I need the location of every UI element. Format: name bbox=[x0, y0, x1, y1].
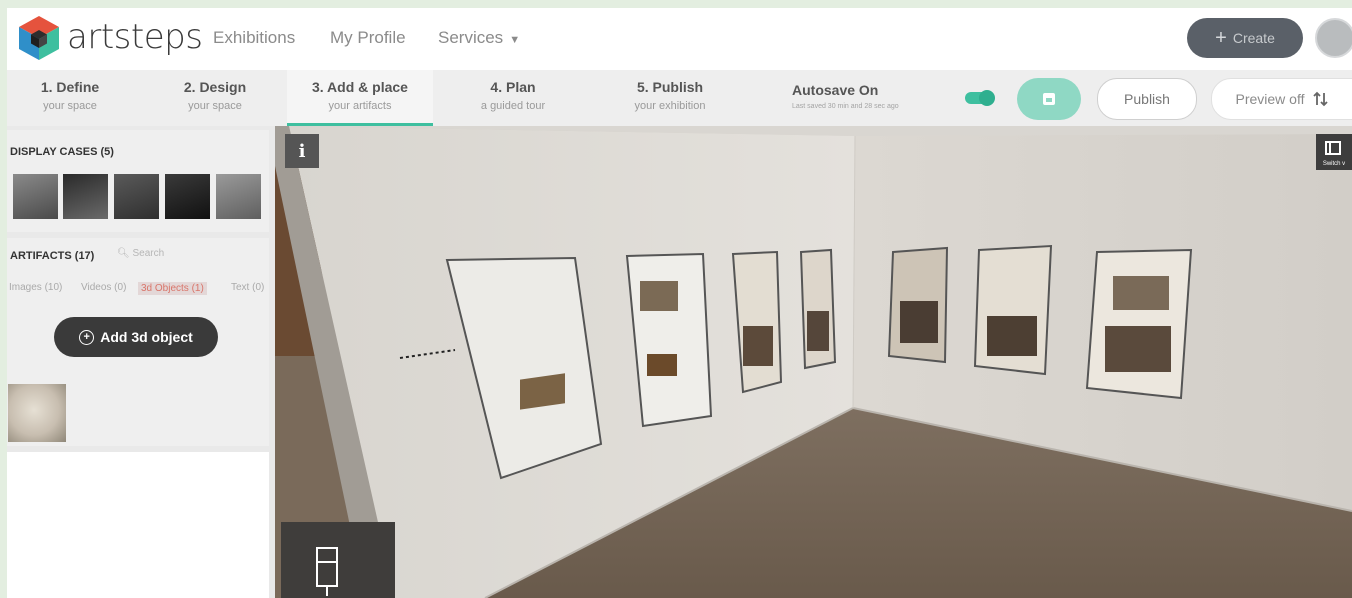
publish-button[interactable]: Publish bbox=[1097, 78, 1197, 120]
step-add-place[interactable]: 3. Add & place your artifacts bbox=[287, 70, 433, 126]
display-case-2[interactable] bbox=[63, 174, 108, 219]
tab-text[interactable]: Text (0) bbox=[231, 282, 264, 293]
tab-videos[interactable]: Videos (0) bbox=[81, 282, 126, 293]
step-title: 1. Define bbox=[40, 79, 100, 95]
switch-view-icon: Switch v bbox=[1323, 141, 1345, 167]
sidebar: DISPLAY CASES (5) ARTIFACTS (17) 🔍︎ Sear… bbox=[7, 126, 275, 598]
search-placeholder: Search bbox=[132, 248, 165, 259]
tab-3d-objects[interactable]: 3d Objects (1) bbox=[138, 282, 207, 295]
create-button-label: Create bbox=[1232, 30, 1275, 46]
nav-exhibitions[interactable]: Exhibitions bbox=[213, 28, 295, 48]
preview-toggle-button[interactable]: Preview off bbox=[1211, 78, 1352, 120]
display-case-4[interactable] bbox=[165, 174, 210, 219]
app-window: artsteps Exhibitions My Profile Services… bbox=[7, 8, 1352, 598]
artifact-search[interactable]: 🔍︎ Search bbox=[117, 248, 164, 259]
step-title: 5. Publish bbox=[636, 79, 704, 95]
artifacts-title: ARTIFACTS (17) bbox=[10, 250, 95, 262]
avatar[interactable] bbox=[1315, 18, 1352, 58]
step-subtitle: a guided tour bbox=[480, 100, 546, 112]
plus-circle-icon: + bbox=[79, 329, 95, 345]
add-3d-object-button[interactable]: + Add 3d object bbox=[54, 317, 218, 357]
3d-scene-viewport[interactable]: i Switch v bbox=[275, 126, 1352, 598]
step-title: 2. Design bbox=[183, 79, 247, 95]
steps-bar: 1. Define your space 2. Design your spac… bbox=[7, 70, 1352, 126]
autosave-status: Autosave On Last saved 30 min and 28 sec… bbox=[792, 82, 899, 110]
create-button[interactable]: + Create bbox=[1187, 18, 1303, 58]
step-title: 4. Plan bbox=[490, 79, 536, 95]
display-case-1[interactable] bbox=[13, 174, 58, 219]
info-button[interactable]: i bbox=[285, 134, 319, 168]
step-subtitle: your space bbox=[43, 100, 97, 112]
search-icon: 🔍︎ bbox=[117, 248, 130, 259]
display-case-3[interactable] bbox=[114, 174, 159, 219]
sort-arrows-icon bbox=[1312, 91, 1328, 107]
step-subtitle: your artifacts bbox=[328, 100, 392, 112]
step-title: 3. Add & place bbox=[312, 79, 408, 95]
gallery-3d-view bbox=[275, 126, 1352, 598]
preview-label: Preview off bbox=[1235, 91, 1305, 107]
save-icon bbox=[1043, 93, 1055, 105]
display-cases-panel: DISPLAY CASES (5) bbox=[7, 130, 269, 232]
3d-object-thumbnail[interactable] bbox=[8, 384, 66, 442]
step-design[interactable]: 2. Design your space bbox=[150, 70, 280, 126]
step-subtitle: your space bbox=[188, 100, 242, 112]
tab-images[interactable]: Images (10) bbox=[9, 282, 62, 293]
save-button[interactable] bbox=[1017, 78, 1081, 120]
chevron-down-icon: ▼ bbox=[509, 34, 521, 46]
step-publish[interactable]: 5. Publish your exhibition bbox=[595, 70, 745, 126]
display-cases-title: DISPLAY CASES (5) bbox=[10, 146, 114, 158]
top-bar: artsteps Exhibitions My Profile Services… bbox=[7, 8, 1352, 70]
step-subtitle: your exhibition bbox=[634, 100, 706, 112]
nav-services[interactable]: Services ▼ bbox=[438, 28, 520, 48]
brand-name[interactable]: artsteps bbox=[67, 17, 203, 57]
autosave-title: Autosave On bbox=[792, 82, 879, 98]
switch-view-label: Switch v bbox=[1323, 161, 1345, 167]
autosave-toggle[interactable] bbox=[965, 90, 995, 106]
artsteps-logo-icon[interactable] bbox=[17, 14, 61, 62]
switch-view-button[interactable]: Switch v bbox=[1316, 134, 1352, 170]
minimap-room-icon bbox=[316, 547, 338, 596]
autosave-subtitle: Last saved 30 min and 28 sec ago bbox=[792, 103, 899, 110]
step-plan[interactable]: 4. Plan a guided tour bbox=[443, 70, 583, 126]
display-case-5[interactable] bbox=[216, 174, 261, 219]
sidebar-empty-area bbox=[7, 452, 269, 598]
plus-icon: + bbox=[1215, 26, 1227, 49]
minimap[interactable] bbox=[281, 522, 395, 598]
step-define[interactable]: 1. Define your space bbox=[7, 70, 133, 126]
add-3d-object-label: Add 3d object bbox=[100, 329, 193, 345]
nav-my-profile[interactable]: My Profile bbox=[330, 28, 406, 48]
nav-services-label: Services bbox=[438, 28, 504, 47]
